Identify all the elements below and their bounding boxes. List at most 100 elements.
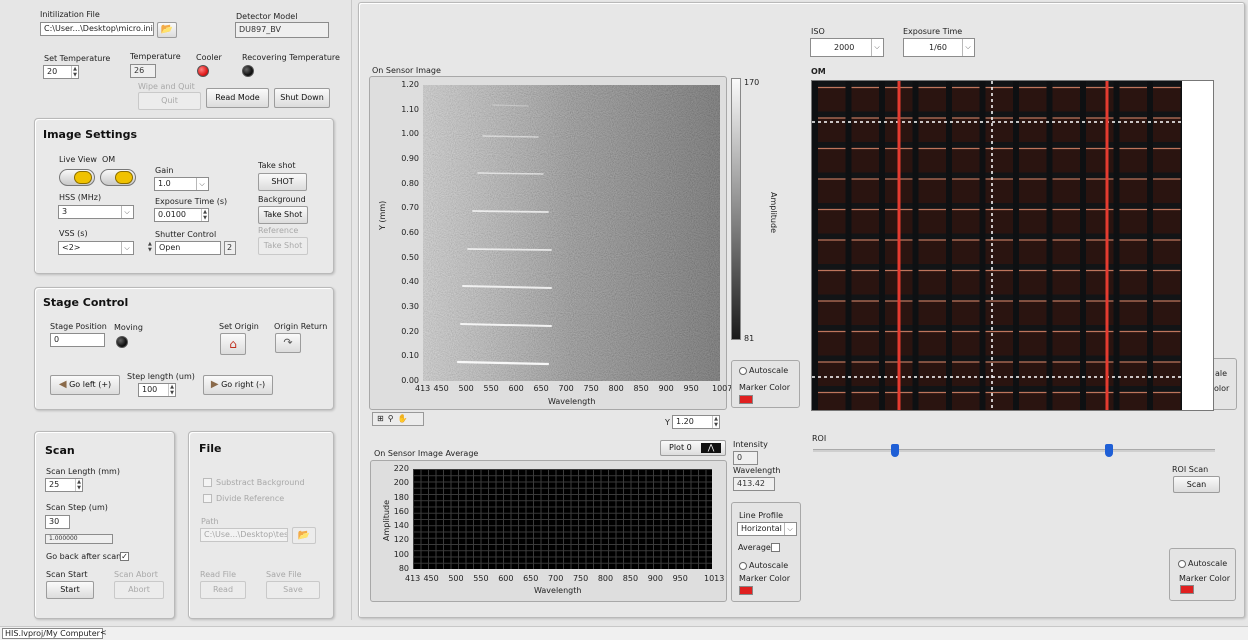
x-tick-label: 550 (483, 384, 499, 393)
scan-length-input[interactable]: 25 ▲ ▼ (45, 478, 83, 492)
roi-scan-label: ROI Scan (1172, 465, 1209, 474)
y-tick-label: 0.40 (401, 277, 419, 287)
go-left-button[interactable]: ◀ Go left (+) (50, 375, 120, 395)
scan-step-label: Scan Step (um) (46, 503, 108, 512)
stage-position-input[interactable]: 0 (50, 333, 105, 347)
set-temperature-label: Set Temperature (44, 54, 111, 63)
detector-model-value: DU897_BV (235, 22, 329, 38)
y-cursor-input[interactable]: 1.20 ▲ ▼ (672, 415, 720, 429)
go-right-button[interactable]: ▶ Go right (-) (203, 375, 273, 395)
om-marker-color-swatch[interactable] (1180, 585, 1194, 594)
scroll-left-arrow[interactable]: < (100, 628, 107, 637)
shutter-spinner-icon[interactable]: ▲ ▼ (148, 241, 152, 253)
average-autoscale-radio[interactable] (739, 562, 747, 570)
shut-down-button[interactable]: Shut Down (274, 88, 330, 108)
go-left-label: Go left (+) (69, 380, 112, 389)
chevron-down-icon: ⌵ (121, 206, 132, 218)
spinner-icon[interactable]: ▲ ▼ (201, 209, 208, 221)
origin-return-button[interactable]: ↷ (275, 333, 301, 353)
sensor-marker-color-swatch[interactable] (739, 395, 753, 404)
pan-hand-icon[interactable]: ✋ (398, 414, 408, 423)
path-browse-button[interactable]: 📂 (292, 527, 316, 544)
step-length-input[interactable]: 100 ▲ ▼ (138, 383, 176, 397)
scan-length-value: 25 (49, 480, 60, 489)
quit-button[interactable]: Quit (138, 92, 201, 110)
iso-select[interactable]: 2000 ⌵ (810, 38, 884, 57)
shutter-control-select[interactable]: Open (155, 241, 221, 255)
temperature-label: Temperature (130, 52, 181, 61)
spinner-icon[interactable]: ▲ ▼ (71, 66, 78, 78)
go-back-after-scan-checkbox[interactable]: ✓ (120, 552, 129, 561)
vss-select[interactable]: <2> ⌵ (58, 241, 134, 255)
set-origin-label: Set Origin (219, 322, 259, 331)
om-toggle[interactable] (100, 169, 136, 186)
set-temperature-input[interactable]: 20 ▲ ▼ (43, 65, 79, 79)
average-marker-color-swatch[interactable] (739, 586, 753, 595)
read-mode-button[interactable]: Read Mode (206, 88, 269, 108)
exposure-time-input[interactable]: 0.0100 ▲ ▼ (154, 208, 209, 222)
roi-scan-button[interactable]: Scan (1173, 476, 1220, 493)
colorbar-min: 81 (744, 334, 755, 343)
om-exposure-select[interactable]: 1/60 ⌵ (903, 38, 975, 57)
spinner-icon[interactable]: ▲ ▼ (75, 479, 82, 491)
wavelength-label: Wavelength (733, 466, 781, 475)
sensor-xlabel: Wavelength (548, 397, 596, 406)
background-take-shot-button[interactable]: Take Shot (258, 206, 308, 224)
scan-abort-button[interactable]: Abort (114, 581, 164, 599)
average-ylabel: Amplitude (382, 500, 391, 541)
zoom-icon[interactable]: ⚲ (388, 414, 394, 423)
x-tick-label: 600 (508, 384, 524, 393)
sensor-xticks: 413 450 500 550 600 650 700 750 800 850 900 950 1007 (415, 384, 732, 394)
roi-slider-handle-left[interactable] (891, 444, 899, 457)
folder-open-icon: 📂 (160, 24, 174, 35)
file-title: File (199, 442, 222, 455)
plot-legend[interactable]: Plot 0 ⋀ (660, 440, 726, 456)
scan-step-input[interactable]: 30 (45, 515, 70, 529)
y-tick-label: 0.10 (401, 351, 419, 361)
om-marker-color-label: Marker Color (1179, 574, 1231, 583)
graph-palette[interactable]: ⊞ ⚲ ✋ (372, 412, 424, 426)
divide-reference-checkbox[interactable] (203, 494, 212, 503)
read-file-button[interactable]: Read (200, 581, 246, 599)
reference-label: Reference (258, 226, 299, 235)
x-tick-label: 1007 (712, 384, 733, 393)
shot-button[interactable]: SHOT (258, 173, 307, 191)
y-tick-label: 120 (393, 535, 409, 545)
x-tick-label: 800 (597, 574, 614, 583)
y-tick-label: 1.20 (401, 80, 419, 89)
reference-take-shot-button[interactable]: Take Shot (258, 237, 308, 255)
project-path[interactable]: HIS.lvproj/My Computer (2, 628, 103, 639)
subtract-background-label: Substract Background (216, 478, 305, 487)
roi-slider-handle-right[interactable] (1105, 444, 1113, 457)
average-xlabel: Wavelength (534, 586, 582, 595)
take-shot-label: Take shot (258, 161, 296, 170)
x-tick-label: 750 (583, 384, 599, 393)
gain-select[interactable]: 1.0 ⌵ (154, 177, 209, 191)
spinner-icon[interactable]: ▲ ▼ (168, 384, 175, 396)
subtract-background-checkbox[interactable] (203, 478, 212, 487)
sensor-autoscale-radio[interactable] (739, 367, 747, 375)
chevron-down-icon: ⌵ (962, 39, 973, 56)
line-style-icon: ⋀ (701, 443, 721, 453)
browse-file-button[interactable]: 📂 (157, 22, 177, 38)
y-tick-label: 1.10 (401, 104, 419, 114)
om-autoscale-radio[interactable] (1178, 560, 1186, 568)
x-tick-label: 900 (647, 574, 663, 583)
crosshair-icon[interactable]: ⊞ (377, 414, 384, 423)
set-origin-button[interactable]: ⌂ (220, 333, 246, 355)
x-tick-label: 450 (423, 574, 439, 583)
y-cursor-label: Y (665, 418, 670, 427)
moving-label: Moving (114, 323, 143, 332)
x-tick-label: 600 (498, 574, 514, 583)
save-file-button[interactable]: Save (266, 581, 320, 599)
live-view-toggle[interactable] (59, 169, 95, 186)
scan-start-button[interactable]: Start (46, 581, 94, 599)
spinner-icon[interactable]: ▲ ▼ (712, 416, 719, 428)
roi-slider-track[interactable] (813, 449, 1215, 452)
init-file-path[interactable]: C:\User...\Desktop\micro.ini (40, 22, 154, 36)
om-exposure-label: Exposure Time (903, 27, 963, 36)
path-input[interactable]: C:\Use...\Desktop\test (200, 528, 288, 542)
hss-select[interactable]: 3 ⌵ (58, 205, 134, 219)
line-profile-select[interactable]: Horizontal ⌵ (737, 522, 797, 536)
average-checkbox[interactable] (771, 543, 780, 552)
